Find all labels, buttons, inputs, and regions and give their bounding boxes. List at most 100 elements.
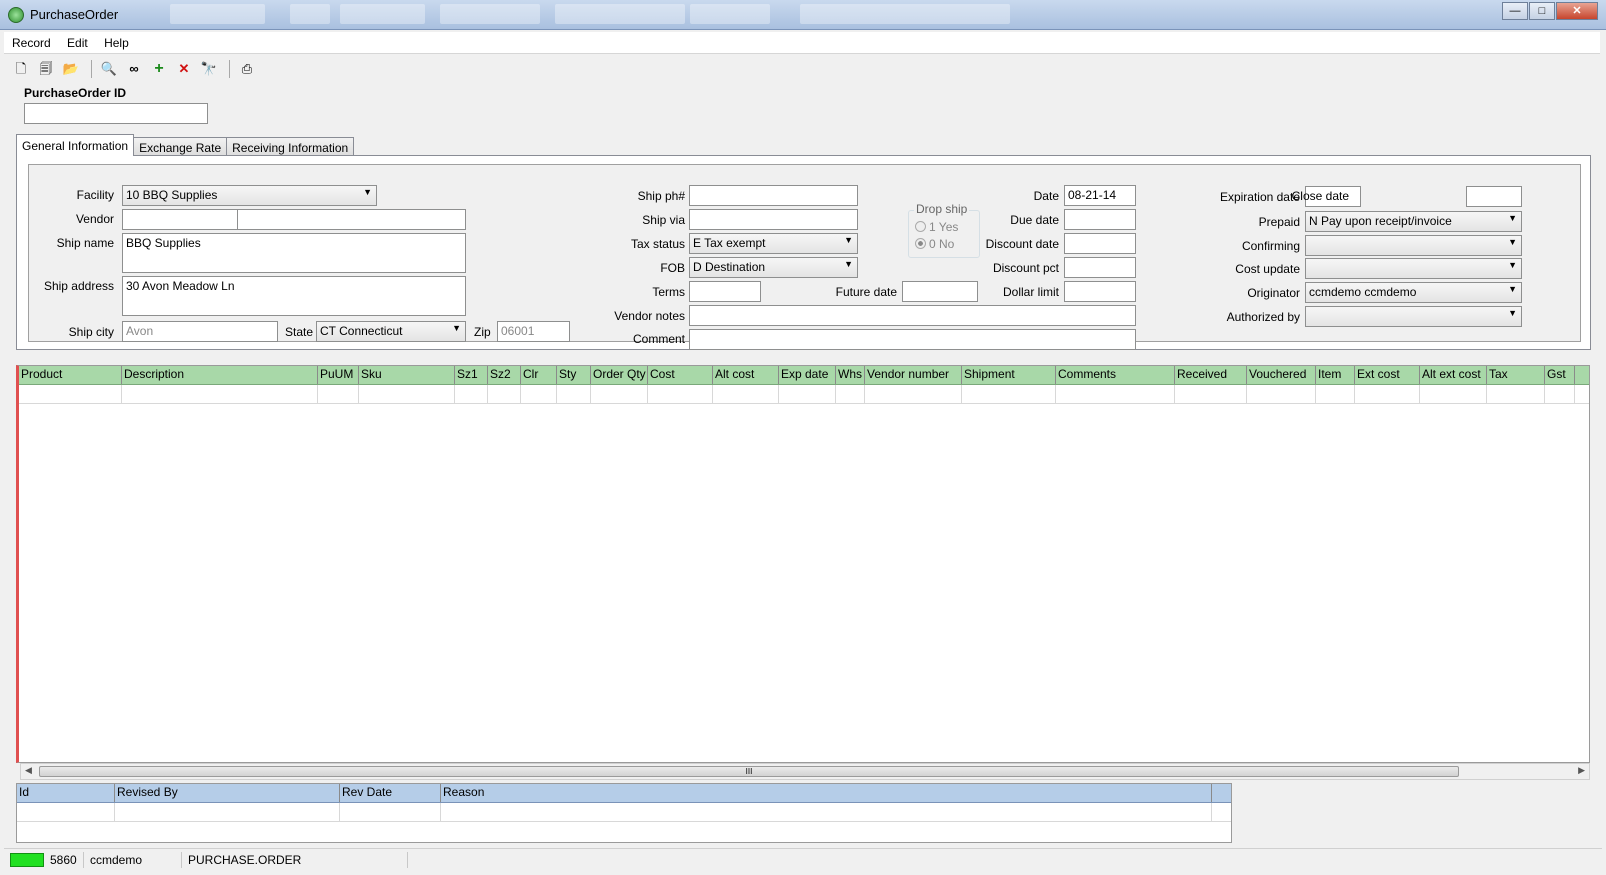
column-header[interactable]: Order Qty (591, 366, 648, 384)
column-header[interactable]: Comments (1056, 366, 1175, 384)
column-header[interactable]: Sz2 (488, 366, 521, 384)
column-header[interactable]: Received (1175, 366, 1247, 384)
table-cell[interactable] (1545, 385, 1575, 403)
discount-date-input[interactable] (1064, 233, 1136, 254)
authorized-by-select[interactable]: ▼ (1305, 306, 1522, 327)
terms-input[interactable] (689, 281, 761, 302)
column-header[interactable]: Reason (441, 784, 1212, 802)
table-cell[interactable] (19, 385, 122, 403)
table-cell[interactable] (17, 803, 115, 821)
column-header[interactable]: Clr (521, 366, 557, 384)
column-header[interactable]: Ext cost (1355, 366, 1420, 384)
column-header[interactable]: Item (1316, 366, 1355, 384)
table-cell[interactable] (1175, 385, 1247, 403)
copy-record-icon[interactable]: 🗐 (35, 59, 57, 79)
vendor-notes-input[interactable] (689, 305, 1136, 326)
zip-input[interactable]: 06001 (497, 321, 570, 342)
column-header[interactable]: Revised By (115, 784, 340, 802)
column-header[interactable]: Sz1 (455, 366, 488, 384)
prepaid-select[interactable]: N Pay upon receipt/invoice ▼ (1305, 211, 1522, 232)
table-row[interactable] (19, 385, 1589, 404)
revisions-grid[interactable]: Id Revised By Rev Date Reason (16, 783, 1232, 843)
new-record-icon[interactable]: 🗋 (10, 59, 32, 79)
column-header[interactable]: Product (19, 366, 122, 384)
table-cell[interactable] (1420, 385, 1487, 403)
table-cell[interactable] (962, 385, 1056, 403)
minimize-button[interactable]: — (1502, 2, 1528, 20)
discount-pct-input[interactable] (1064, 257, 1136, 278)
table-cell[interactable] (1247, 385, 1316, 403)
dollar-limit-input[interactable] (1064, 281, 1136, 302)
column-header[interactable]: PuUM (318, 366, 359, 384)
comment-input[interactable] (689, 329, 1136, 350)
column-header[interactable]: Exp date (779, 366, 836, 384)
ship-via-input[interactable] (689, 209, 858, 230)
table-cell[interactable] (521, 385, 557, 403)
table-cell[interactable] (441, 803, 1212, 821)
menu-record[interactable]: Record (4, 32, 56, 50)
vendor-code-input[interactable] (122, 209, 238, 230)
column-header[interactable]: Id (17, 784, 115, 802)
column-header[interactable]: Shipment (962, 366, 1056, 384)
table-row[interactable] (17, 803, 1231, 822)
table-cell[interactable] (836, 385, 865, 403)
fob-select[interactable]: D Destination ▼ (689, 257, 858, 278)
facility-select[interactable]: 10 BBQ Supplies ▼ (122, 185, 377, 206)
column-header[interactable]: Description (122, 366, 318, 384)
column-header[interactable]: Alt cost (713, 366, 779, 384)
state-select[interactable]: CT Connecticut ▼ (316, 321, 466, 342)
add-icon[interactable]: + (148, 59, 170, 79)
ship-name-input[interactable]: BBQ Supplies (122, 233, 466, 273)
table-cell[interactable] (1355, 385, 1420, 403)
ship-address-input[interactable]: 30 Avon Meadow Ln (122, 276, 466, 316)
column-header[interactable]: Alt ext cost (1420, 366, 1487, 384)
table-cell[interactable] (648, 385, 713, 403)
tab-receiving-information[interactable]: Receiving Information (226, 137, 355, 156)
table-cell[interactable] (557, 385, 591, 403)
delete-icon[interactable]: ✕ (173, 59, 195, 79)
table-cell[interactable] (713, 385, 779, 403)
future-date-input[interactable] (902, 281, 978, 302)
scroll-right-icon[interactable]: ▶ (1578, 765, 1585, 776)
drop-ship-yes-radio[interactable]: 1 Yes (915, 220, 958, 234)
table-cell[interactable] (488, 385, 521, 403)
table-cell[interactable] (1316, 385, 1355, 403)
tax-status-select[interactable]: E Tax exempt ▼ (689, 233, 858, 254)
table-cell[interactable] (455, 385, 488, 403)
open-folder-icon[interactable]: 📂 (60, 59, 82, 79)
table-cell[interactable] (115, 803, 340, 821)
table-cell[interactable] (1487, 385, 1545, 403)
maximize-button[interactable]: □ (1529, 2, 1555, 20)
menu-edit[interactable]: Edit (59, 32, 93, 50)
vendor-name-input[interactable] (237, 209, 466, 230)
table-cell[interactable] (865, 385, 962, 403)
column-header[interactable]: Whs (836, 366, 865, 384)
scroll-left-icon[interactable]: ◀ (25, 765, 32, 776)
tab-general-information[interactable]: General Information (16, 134, 135, 156)
column-header[interactable]: Sku (359, 366, 455, 384)
table-cell[interactable] (318, 385, 359, 403)
ship-ph-input[interactable] (689, 185, 858, 206)
table-cell[interactable] (340, 803, 441, 821)
horizontal-scrollbar[interactable]: ◀ III ▶ (20, 763, 1590, 780)
column-header[interactable]: Sty (557, 366, 591, 384)
table-cell[interactable] (359, 385, 455, 403)
cost-update-select[interactable]: ▼ (1305, 258, 1522, 279)
po-id-input[interactable] (24, 103, 208, 124)
table-cell[interactable] (591, 385, 648, 403)
binoculars-icon[interactable]: 🔭 (198, 59, 220, 79)
table-cell[interactable] (779, 385, 836, 403)
column-header[interactable]: Gst (1545, 366, 1575, 384)
po-lines-grid[interactable]: Product Description PuUM Sku Sz1 Sz2 Clr Sty Ord… (16, 365, 1590, 763)
column-header[interactable]: Cost (648, 366, 713, 384)
print-icon[interactable]: ⎙ (236, 59, 258, 79)
ship-city-input[interactable]: Avon (122, 321, 278, 342)
table-cell[interactable] (1056, 385, 1175, 403)
column-header[interactable]: Rev Date (340, 784, 441, 802)
scroll-thumb[interactable]: III (39, 766, 1459, 777)
close-date-input[interactable] (1466, 186, 1522, 207)
date-input[interactable]: 08-21-14 (1064, 185, 1136, 206)
due-date-input[interactable] (1064, 209, 1136, 230)
close-button[interactable]: ✕ (1556, 2, 1598, 20)
view-icon[interactable]: ∞ (123, 59, 145, 79)
